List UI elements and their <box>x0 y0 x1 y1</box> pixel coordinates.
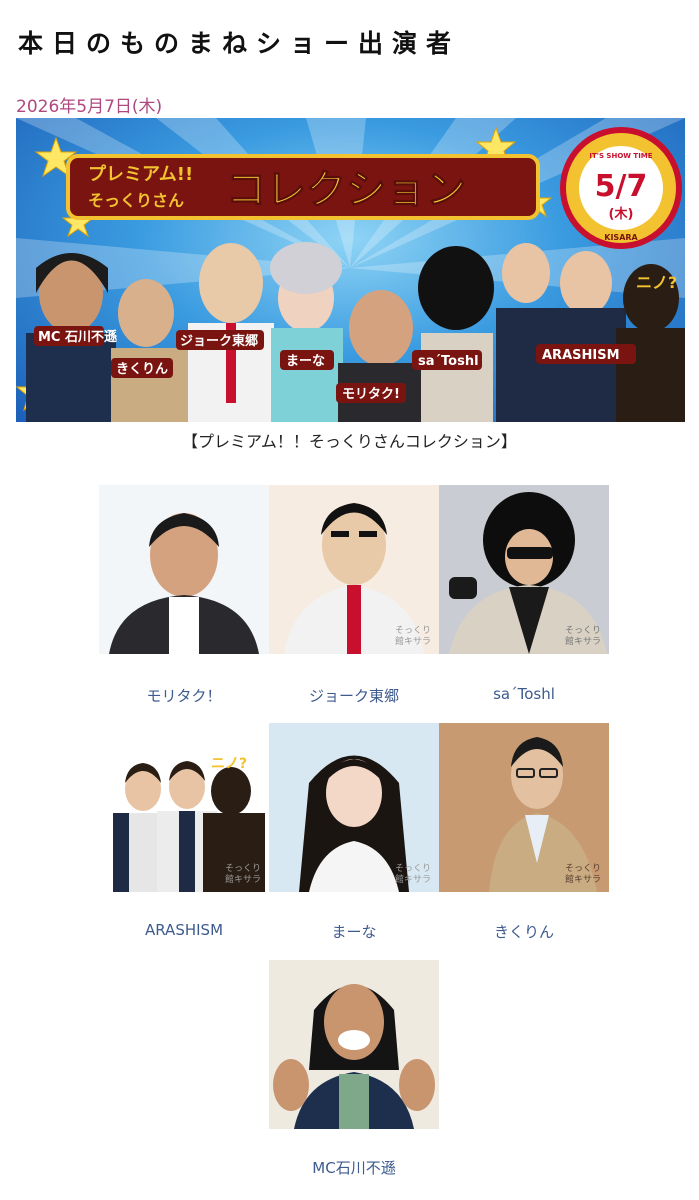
photo-mc <box>269 960 439 1129</box>
performer-grid: モリタク！ そっくり館キサラ ジョーク東郷 そっくり館キサラ sa´Toshl … <box>0 0 699 1200</box>
performer-photo[interactable]: ニノ? そっくり館キサラ <box>99 723 269 892</box>
performer-name[interactable]: MC石川不遜 <box>254 1157 454 1178</box>
performer-name[interactable]: きくりん <box>424 921 624 942</box>
nino-label: ニノ? <box>211 756 248 772</box>
watermark: そっくり館キサラ <box>565 864 602 885</box>
watermark: そっくり館キサラ <box>395 864 432 885</box>
watermark: そっくり館キサラ <box>395 626 432 647</box>
performer-photo[interactable]: そっくり館キサラ <box>439 485 609 654</box>
performer-photo[interactable]: そっくり館キサラ <box>269 485 439 654</box>
performer-name[interactable]: sa´Toshl <box>424 685 624 703</box>
performer-photo[interactable] <box>269 960 439 1129</box>
watermark: そっくり館キサラ <box>565 626 602 647</box>
photo-moritaku <box>99 485 269 654</box>
watermark: そっくり館キサラ <box>225 864 262 885</box>
performer-photo[interactable]: そっくり館キサラ <box>439 723 609 892</box>
performer-photo[interactable]: そっくり館キサラ <box>269 723 439 892</box>
performer-photo[interactable] <box>99 485 269 654</box>
